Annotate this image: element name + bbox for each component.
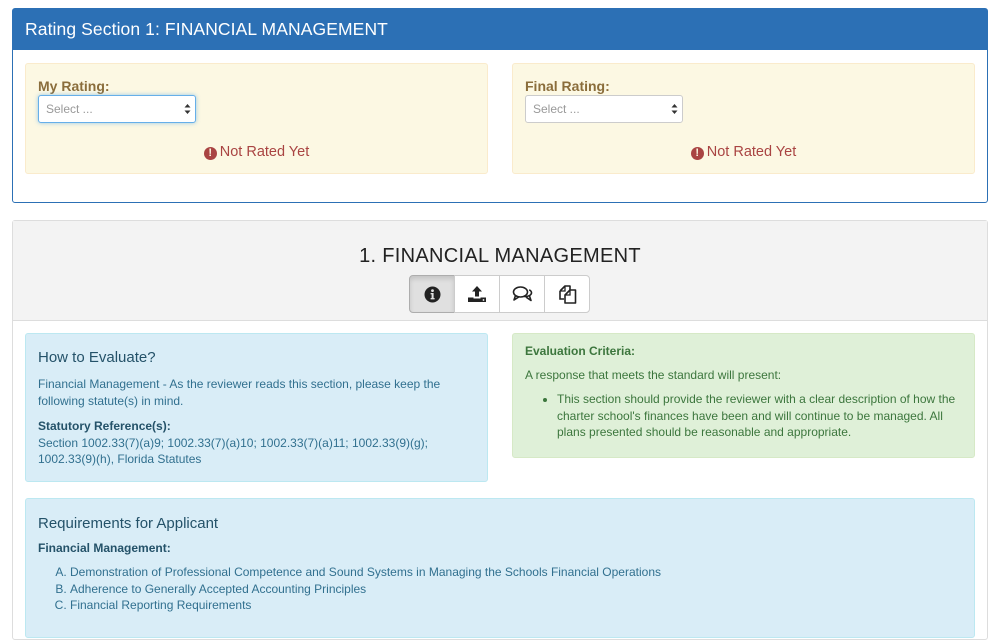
copy-icon [558,284,576,304]
my-rating-label: My Rating: [38,78,110,94]
evaluation-criteria-title: Evaluation Criteria: [525,344,636,358]
requirements-subheading: Financial Management: [38,541,171,555]
upload-button[interactable] [454,275,500,313]
copy-button[interactable] [544,275,590,313]
statutory-reference-text: Section 1002.33(7)(a)9; 1002.33(7)(a)10;… [38,435,429,467]
requirements-box: Requirements for Applicant Financial Man… [25,498,975,638]
section-panel: 1. FINANCIAL MANAGEMENT How to Evaluate?… [12,220,988,640]
final-rating-status-text: Not Rated Yet [706,144,797,160]
requirement-item: Demonstration of Professional Competence… [70,564,962,581]
select-arrows-icon [184,104,191,114]
section-header: 1. FINANCIAL MANAGEMENT [13,221,987,321]
final-rating-status: ! Not Rated Yet [513,144,974,160]
requirements-heading: Requirements for Applicant [38,515,219,532]
requirement-item: Financial Reporting Requirements [70,597,962,614]
final-rating-select-value: Select ... [533,102,580,116]
requirement-item: Adherence to Generally Accepted Accounti… [70,581,962,598]
exclamation-circle-icon: ! [203,147,217,160]
my-rating-select-value: Select ... [46,102,93,116]
final-rating-box: Final Rating: Select ... ! Not Rated Yet [512,63,975,174]
comments-button[interactable] [499,275,545,313]
requirements-list: Demonstration of Professional Competence… [38,564,962,614]
statutory-reference-label: Statutory Reference(s): [38,419,171,433]
my-rating-select[interactable]: Select ... [38,95,196,123]
evaluation-criteria-item: This section should provide the reviewer… [557,391,962,441]
my-rating-status: ! Not Rated Yet [26,144,487,160]
my-rating-status-text: Not Rated Yet [219,144,310,160]
evaluation-criteria-list: This section should provide the reviewer… [525,391,962,441]
section-toolbar [409,275,590,313]
final-rating-label: Final Rating: [525,78,610,94]
info-icon [424,286,440,302]
upload-icon [468,286,486,302]
my-rating-box: My Rating: Select ... ! Not Rated Yet [25,63,488,174]
select-arrows-icon [671,104,678,114]
evaluation-criteria-box: Evaluation Criteria: A response that mee… [512,333,975,458]
how-to-evaluate-text: Financial Management - As the reviewer r… [38,377,441,408]
final-rating-select[interactable]: Select ... [525,95,683,123]
section-title: 1. FINANCIAL MANAGEMENT [359,245,641,267]
how-to-evaluate-heading: How to Evaluate? [38,349,156,366]
evaluation-criteria-intro: A response that meets the standard will … [525,368,782,382]
comments-icon [512,286,532,302]
rating-panel: Rating Section 1: FINANCIAL MANAGEMENT M… [12,8,988,203]
exclamation-circle-icon: ! [690,147,704,160]
rating-section-title: Rating Section 1: FINANCIAL MANAGEMENT [13,9,987,50]
how-to-evaluate-box: How to Evaluate? Financial Management - … [25,333,488,482]
info-button[interactable] [409,275,455,313]
